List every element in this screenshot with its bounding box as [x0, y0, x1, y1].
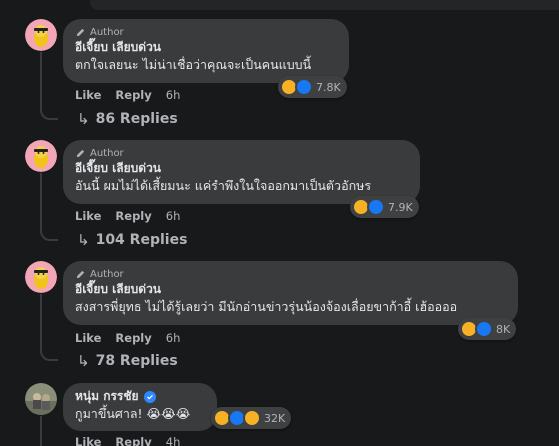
verified-badge-icon — [143, 390, 156, 403]
reaction-summary[interactable]: 8K — [458, 318, 517, 340]
thread-line — [40, 416, 42, 446]
timestamp[interactable]: 6h — [166, 209, 181, 223]
like-button[interactable]: Like — [75, 435, 101, 446]
thread-line — [40, 52, 42, 110]
author-badge: Author — [75, 25, 337, 39]
author-avatar[interactable] — [25, 140, 57, 172]
reaction-summary[interactable]: 7.9K — [350, 196, 419, 218]
like-button[interactable]: Like — [75, 331, 101, 345]
author-avatar[interactable] — [25, 19, 57, 51]
author-badge-label: Author — [90, 147, 124, 159]
comment-actions: Like Reply 4h — [75, 435, 180, 446]
reply-button[interactable]: Reply — [115, 209, 151, 223]
timestamp[interactable]: 4h — [166, 435, 181, 446]
thread-elbow — [40, 349, 58, 361]
author-badge-label: Author — [90, 26, 124, 38]
reaction-summary[interactable]: 7.8K — [278, 76, 347, 98]
view-replies-button[interactable]: ↳ 104 Replies — [77, 231, 187, 249]
like-reaction-icon — [295, 78, 313, 96]
replies-label: 78 Replies — [95, 353, 178, 369]
reply-button[interactable]: Reply — [115, 435, 151, 446]
commenter-name[interactable]: อีเจี๊ยบ เลียบด่วน — [75, 160, 408, 177]
reply-arrow-icon: ↳ — [77, 110, 90, 128]
author-badge: Author — [75, 267, 506, 281]
like-button[interactable]: Like — [75, 209, 101, 223]
replies-label: 104 Replies — [95, 232, 188, 248]
like-button[interactable]: Like — [75, 88, 101, 102]
comment-bubble: Author อีเจี๊ยบ เลียบด่วน ตกใจเลยนะ ไม่น… — [63, 19, 349, 83]
view-replies-button[interactable]: ↳ 78 Replies — [77, 352, 178, 370]
thread-line — [40, 173, 42, 231]
like-reaction-icon — [475, 320, 493, 338]
pencil-icon — [76, 28, 85, 36]
reply-arrow-icon: ↳ — [77, 352, 90, 370]
commenter-name[interactable]: อีเจี๊ยบ เลียบด่วน — [75, 39, 337, 56]
thread-line — [40, 294, 42, 351]
comment-actions: Like Reply 6h — [75, 88, 180, 102]
author-badge: Author — [75, 146, 408, 160]
commenter-name[interactable]: อีเจี๊ยบ เลียบด่วน — [75, 281, 506, 298]
author-avatar[interactable] — [25, 261, 57, 293]
comment-text: สงสารพี่ยุทธ ไม่ได้รู้เลยว่า มีนักอ่านข่… — [75, 299, 458, 314]
pencil-icon — [76, 270, 85, 278]
comment-text: อันนี้ ผมไม่ได้เสี้ยมนะ แค่รำพึงในใจออกม… — [75, 178, 372, 193]
comment-bubble: Author อีเจี๊ยบ เลียบด่วน สงสารพี่ยุทธ ไ… — [63, 261, 518, 325]
pencil-icon — [76, 149, 85, 157]
comment-actions: Like Reply 6h — [75, 331, 180, 345]
like-reaction-icon — [367, 198, 385, 216]
author-badge-label: Author — [90, 268, 124, 280]
reaction-summary[interactable]: 32K — [211, 407, 292, 429]
reaction-count: 8K — [496, 322, 511, 336]
thread-elbow — [40, 229, 58, 241]
comment-bubble: หนุ่ม กรรชัย กูมาขึ้นศาล! 😭😭😭 — [63, 383, 217, 431]
care-reaction-icon — [243, 409, 261, 427]
timestamp[interactable]: 6h — [166, 331, 181, 345]
reaction-count: 7.8K — [316, 80, 341, 94]
timestamp[interactable]: 6h — [166, 88, 181, 102]
commenter-avatar[interactable] — [25, 383, 57, 415]
reply-button[interactable]: Reply — [115, 88, 151, 102]
view-replies-button[interactable]: ↳ 86 Replies — [77, 110, 178, 128]
comment-actions: Like Reply 6h — [75, 209, 180, 223]
previous-comment-bubble-edge — [90, 0, 559, 10]
comment-text: ตกใจเลยนะ ไม่น่าเชื่อว่าคุณจะเป็นคนแบบนี… — [75, 57, 312, 72]
comment-text: กูมาขึ้นศาล! 😭😭😭 — [75, 406, 191, 421]
reaction-count: 32K — [264, 411, 286, 425]
replies-label: 86 Replies — [95, 111, 178, 127]
reply-button[interactable]: Reply — [115, 331, 151, 345]
commenter-name[interactable]: หนุ่ม กรรชัย — [75, 388, 139, 405]
reply-arrow-icon: ↳ — [77, 231, 90, 249]
thread-elbow — [40, 108, 58, 120]
comment-bubble: Author อีเจี๊ยบ เลียบด่วน อันนี้ ผมไม่ได… — [63, 140, 420, 204]
reaction-count: 7.9K — [388, 200, 413, 214]
